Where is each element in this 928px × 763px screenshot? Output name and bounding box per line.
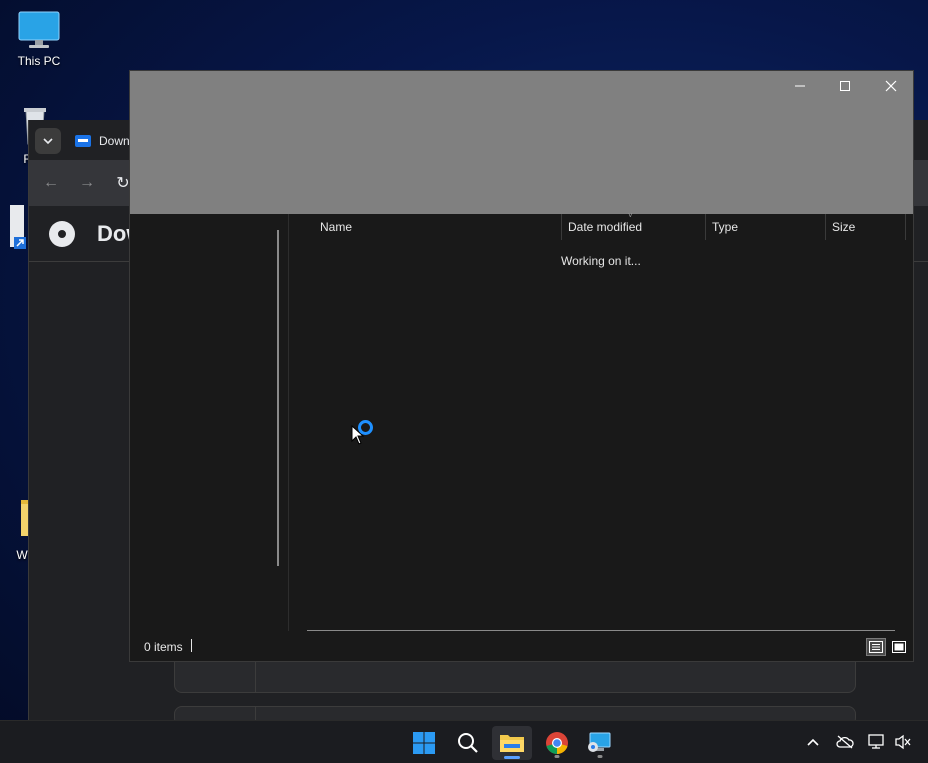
preview-view-button[interactable]: [889, 638, 909, 656]
tab-favicon-icon: [75, 135, 91, 147]
forward-icon[interactable]: →: [69, 174, 105, 192]
shortcut-icon: [10, 205, 26, 249]
title-bar[interactable]: [130, 71, 913, 214]
column-header-size[interactable]: Size: [826, 214, 906, 240]
pane-splitter[interactable]: [288, 214, 289, 631]
minimize-icon: [795, 85, 805, 87]
file-explorer-window: ˅ Name Date modified Type Size Working o…: [129, 70, 914, 662]
start-button[interactable]: [404, 726, 444, 760]
back-icon[interactable]: ←: [33, 174, 69, 192]
chrome-icon: [546, 732, 568, 754]
desktop-icon-label: W: [16, 548, 28, 562]
column-headers: Name Date modified Type Size: [289, 214, 913, 240]
search-icon: [458, 733, 478, 753]
remote-desktop-taskbar-button[interactable]: [580, 726, 620, 760]
status-bar: 0 items: [130, 631, 913, 661]
remote-desktop-icon: [588, 732, 611, 752]
close-button[interactable]: [868, 71, 914, 101]
volume-muted-icon: [895, 734, 911, 750]
maximize-icon: [840, 81, 850, 91]
nav-pane-scrollbar[interactable]: [277, 230, 279, 566]
maximize-button[interactable]: [822, 71, 868, 101]
details-view-button[interactable]: [866, 638, 886, 656]
tab-search-button[interactable]: [35, 128, 61, 154]
volume-tray-icon[interactable]: [894, 733, 912, 751]
chevron-up-icon: [807, 738, 819, 746]
desktop-icon-shortcut[interactable]: [0, 205, 30, 251]
column-header-name[interactable]: Name: [314, 214, 562, 240]
folder-icon: [500, 735, 524, 752]
desktop-icon-label: This PC: [17, 54, 61, 68]
items-count: 0 items: [144, 640, 183, 654]
close-icon: [885, 80, 897, 92]
navigation-pane[interactable]: [130, 214, 288, 631]
chrome-taskbar-button[interactable]: [537, 726, 577, 760]
tab-title: Down: [99, 134, 130, 148]
chrome-logo-icon: [49, 220, 75, 247]
file-explorer-taskbar-button[interactable]: [492, 726, 532, 760]
minimize-button[interactable]: [777, 71, 823, 101]
monitor-icon: [18, 11, 60, 48]
preview-view-icon: [892, 641, 906, 653]
network-icon: [868, 734, 884, 749]
network-tray-icon[interactable]: [868, 733, 886, 751]
busy-spinner-icon: [358, 420, 373, 435]
show-hidden-icons-button[interactable]: [804, 733, 822, 751]
running-indicator: [597, 755, 603, 758]
working-status-text: Working on it...: [561, 254, 641, 268]
search-button[interactable]: [448, 726, 488, 760]
onedrive-tray-icon[interactable]: [836, 733, 854, 751]
column-header-date-modified[interactable]: Date modified: [562, 214, 706, 240]
taskbar: [0, 720, 928, 763]
chrome-tab[interactable]: Down: [75, 126, 130, 156]
active-indicator: [504, 756, 520, 759]
cloud-offline-icon: [836, 735, 854, 749]
chevron-down-icon: [43, 138, 53, 145]
details-view-icon: [869, 641, 883, 653]
running-indicator: [554, 755, 560, 758]
desktop-icon-this-pc[interactable]: This PC: [9, 10, 69, 68]
column-header-type[interactable]: Type: [706, 214, 826, 240]
status-separator: [191, 639, 192, 652]
windows-logo-icon: [413, 732, 435, 754]
